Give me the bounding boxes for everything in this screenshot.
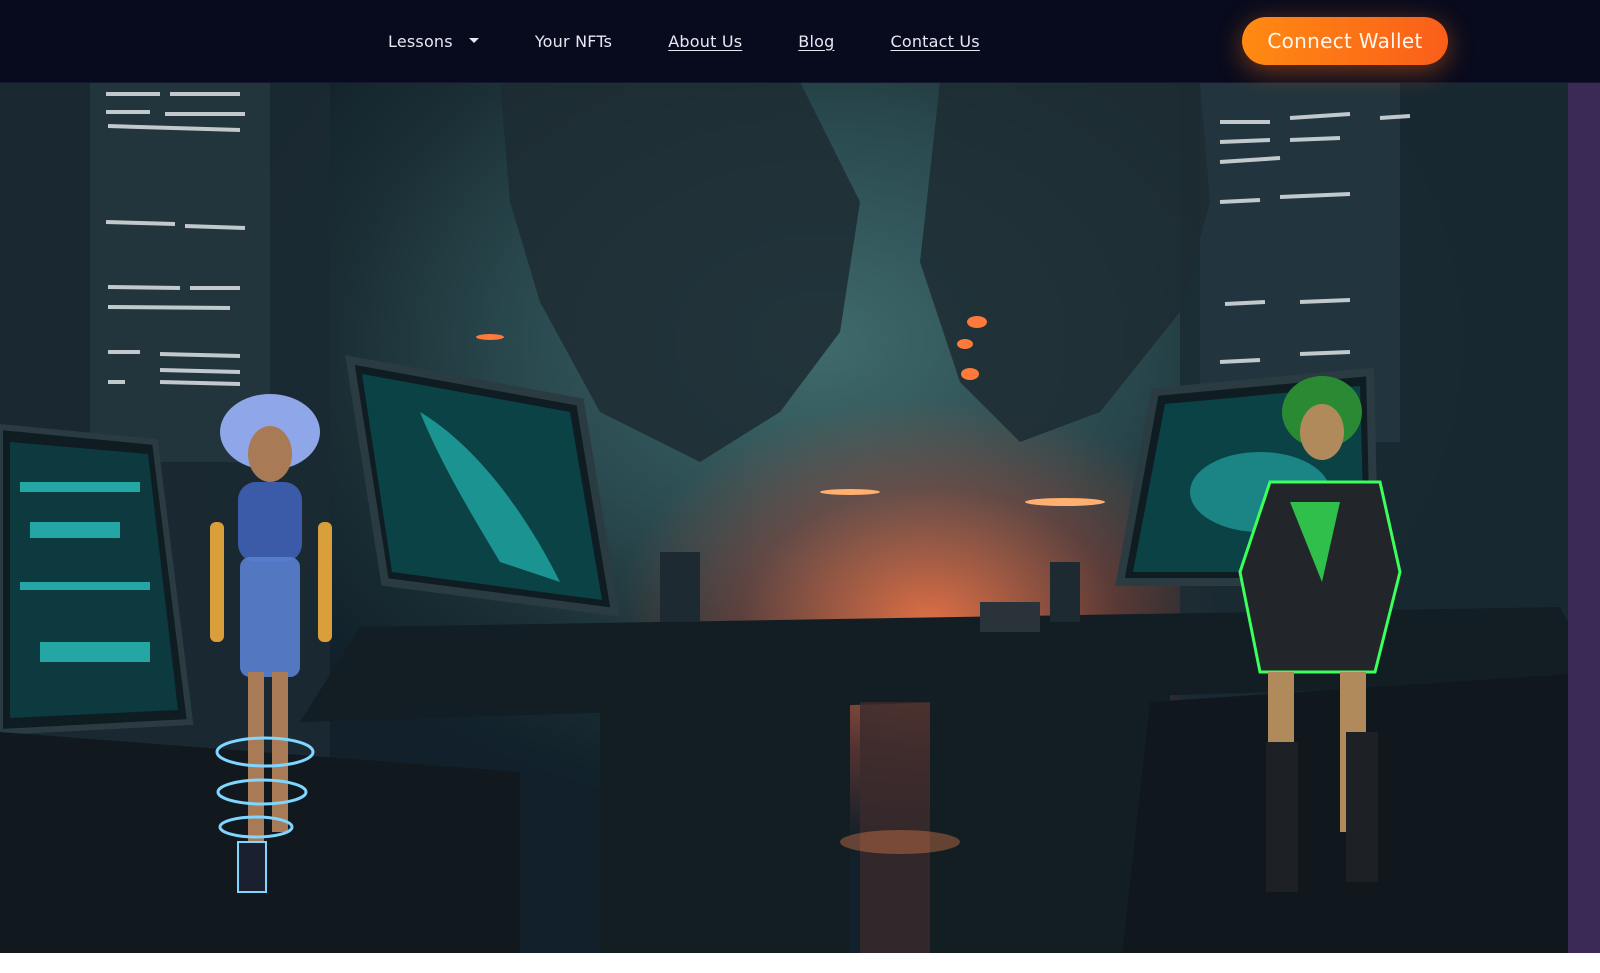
- footer-edge: [0, 953, 1600, 973]
- nav-blog-label: Blog: [798, 31, 835, 51]
- hero-scene: [0, 82, 1600, 973]
- nav-blog[interactable]: Blog: [798, 32, 834, 51]
- connect-wallet-button[interactable]: Connect Wallet: [1242, 17, 1448, 65]
- nav-lessons-dropdown[interactable]: Lessons: [388, 32, 479, 51]
- nav-your-nfts-label: Your NFTs: [534, 31, 613, 51]
- background-mechs: [500, 82, 1210, 462]
- top-navbar: Lessons Your NFTs About Us Blog Contact …: [0, 0, 1600, 83]
- caret-down-icon: [468, 37, 479, 43]
- nav-contact-us-label: Contact Us: [890, 31, 980, 51]
- nav-contact-us[interactable]: Contact Us: [890, 32, 979, 51]
- hero-illustration: [0, 82, 1600, 973]
- nav-links: Lessons Your NFTs About Us Blog Contact …: [388, 0, 1036, 82]
- nav-about-us-label: About Us: [668, 31, 743, 51]
- nav-about-us[interactable]: About Us: [668, 32, 742, 51]
- nav-lessons-label: Lessons: [388, 31, 453, 51]
- page-edge-strip: [1568, 82, 1600, 973]
- left-side-monitor: [0, 423, 194, 736]
- center-left-monitor: [345, 355, 620, 617]
- nav-your-nfts[interactable]: Your NFTs: [535, 32, 612, 51]
